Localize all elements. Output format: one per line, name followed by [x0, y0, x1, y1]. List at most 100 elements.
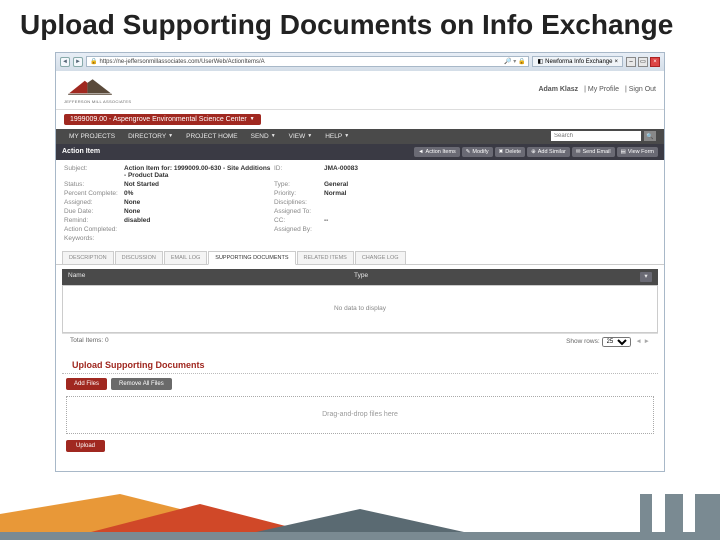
type-label: Type: — [274, 181, 324, 188]
slide-decoration — [0, 494, 720, 540]
back-button[interactable]: ◄ — [60, 57, 70, 67]
section-actions: ◄ Action Items ✎ Modify ✖ Delete ⊕ Add S… — [414, 147, 658, 157]
tab-title: Newforma Info Exchange — [545, 59, 612, 65]
tab-change-log[interactable]: CHANGE LOG — [355, 251, 406, 264]
priority-label: Priority: — [274, 190, 324, 197]
tab-favicon: ◧ — [537, 58, 543, 65]
browser-chrome: ◄ ► 🔒 https://ne-jeffersonmillassociates… — [56, 53, 664, 71]
logo-block: JEFFERSON MILL ASSOCIATES — [64, 76, 131, 104]
lock-icon: 🔒 — [90, 58, 97, 65]
add-similar-button[interactable]: ⊕ Add Similar — [527, 147, 570, 157]
pager-buttons[interactable]: ◄ ► — [635, 338, 650, 345]
url-text: https://ne-jeffersonmillassociates.com/U… — [99, 59, 264, 65]
user-name: Adam Klasz — [538, 86, 578, 93]
delete-button[interactable]: ✖ Delete — [495, 147, 526, 157]
tab-supporting-documents[interactable]: SUPPORTING DOCUMENTS — [208, 251, 295, 265]
assignedby-label: Assigned By: — [274, 226, 324, 233]
add-files-button[interactable]: Add Files — [66, 378, 107, 390]
assignedto-value — [324, 208, 414, 215]
address-bar[interactable]: 🔒 https://ne-jeffersonmillassociates.com… — [86, 56, 529, 67]
app-content: JEFFERSON MILL ASSOCIATES Adam Klasz | M… — [56, 71, 664, 456]
main-menu: MY PROJECTS DIRECTORY▼ PROJECT HOME SEND… — [56, 129, 664, 144]
menu-directory[interactable]: DIRECTORY▼ — [123, 131, 178, 142]
modify-button[interactable]: ✎ Modify — [462, 147, 493, 157]
sign-out-link[interactable]: Sign Out — [629, 86, 656, 93]
showrows-label: Show rows: — [566, 338, 600, 345]
detail-tabs: DESCRIPTION DISCUSSION EMAIL LOG SUPPORT… — [56, 251, 664, 265]
disciplines-value — [324, 199, 414, 206]
tab-related-items[interactable]: RELATED ITEMS — [297, 251, 354, 264]
project-selector-row: 1999009.00 - Aspengrove Environmental Sc… — [56, 110, 664, 129]
menu-view[interactable]: VIEW▼ — [284, 131, 318, 142]
menu-help[interactable]: HELP▼ — [320, 131, 354, 142]
disciplines-label: Disciplines: — [274, 199, 324, 206]
my-profile-link[interactable]: My Profile — [588, 86, 619, 93]
menu-my-projects[interactable]: MY PROJECTS — [64, 131, 120, 142]
grid-body: No data to display — [62, 285, 658, 333]
status-value: Not Started — [124, 181, 274, 188]
tab-description[interactable]: DESCRIPTION — [62, 251, 114, 264]
project-selector[interactable]: 1999009.00 - Aspengrove Environmental Sc… — [64, 114, 261, 125]
total-items: Total Items: 0 — [70, 337, 109, 347]
assignedby-value — [324, 226, 414, 233]
project-name: 1999009.00 - Aspengrove Environmental Sc… — [70, 116, 247, 123]
upload-button[interactable]: Upload — [66, 440, 105, 452]
close-button[interactable]: × — [650, 57, 660, 67]
id-label: ID: — [274, 165, 324, 179]
grid-expand-icon[interactable]: ▾ — [640, 272, 652, 282]
browser-tab[interactable]: ◧ Newforma Info Exchange × — [532, 56, 623, 67]
cc-value: -- — [324, 217, 414, 224]
status-label: Status: — [64, 181, 124, 188]
forward-button[interactable]: ► — [73, 57, 83, 67]
cc-label: CC: — [274, 217, 324, 224]
search-button[interactable]: 🔍 — [644, 131, 656, 141]
chevron-down-icon: ▼ — [250, 116, 255, 122]
upload-button-row: Add Files Remove All Files — [56, 374, 664, 394]
page-size-select[interactable]: 25 — [602, 337, 631, 347]
action-items-button[interactable]: ◄ Action Items — [414, 147, 460, 157]
remind-value: disabled — [124, 217, 274, 224]
keywords-value — [124, 235, 274, 242]
type-value: General — [324, 181, 414, 188]
due-value: None — [124, 208, 274, 215]
dropzone[interactable]: Drag-and-drop files here — [66, 396, 654, 434]
section-header: Action Item ◄ Action Items ✎ Modify ✖ De… — [56, 144, 664, 160]
section-title: Action Item — [62, 148, 100, 155]
browser-window: ◄ ► 🔒 https://ne-jeffersonmillassociates… — [55, 52, 665, 472]
pct-label: Percent Complete: — [64, 190, 124, 197]
grid-header: Name Type ▾ — [62, 269, 658, 285]
details-grid: Subject: Action Item for: 1999009.00-630… — [56, 160, 664, 247]
tab-close-icon[interactable]: × — [614, 59, 618, 65]
pct-value: 0% — [124, 190, 274, 197]
subject-value: Action Item for: 1999009.00-630 - Site A… — [124, 165, 274, 179]
upload-heading: Upload Supporting Documents — [62, 354, 658, 374]
menu-project-home[interactable]: PROJECT HOME — [181, 131, 243, 142]
slide-title: Upload Supporting Documents on Info Exch… — [0, 0, 720, 48]
assignedto-label: Assigned To: — [274, 208, 324, 215]
tab-discussion[interactable]: DISCUSSION — [115, 251, 163, 264]
col-name[interactable]: Name — [68, 272, 354, 282]
search-input[interactable] — [551, 131, 641, 141]
company-logo — [64, 76, 116, 98]
view-form-button[interactable]: ▤ View Form — [617, 147, 658, 157]
remove-all-files-button[interactable]: Remove All Files — [111, 378, 172, 390]
logo-subtitle: JEFFERSON MILL ASSOCIATES — [64, 99, 131, 104]
menu-send[interactable]: SEND▼ — [246, 131, 281, 142]
grid-empty-text: No data to display — [334, 305, 386, 312]
remind-label: Remind: — [64, 217, 124, 224]
completed-value — [124, 226, 274, 233]
assigned-label: Assigned: — [64, 199, 124, 206]
dropzone-text: Drag-and-drop files here — [322, 411, 398, 418]
maximize-button[interactable]: ▭ — [638, 57, 648, 67]
col-type[interactable]: Type — [354, 272, 640, 282]
user-bar: Adam Klasz | My Profile | Sign Out — [534, 86, 656, 93]
keywords-label: Keywords: — [64, 235, 124, 242]
send-email-button[interactable]: ✉ Send Email — [572, 147, 615, 157]
completed-label: Action Completed: — [64, 226, 124, 233]
window-controls: – ▭ × — [626, 57, 660, 67]
due-label: Due Date: — [64, 208, 124, 215]
subject-label: Subject: — [64, 165, 124, 179]
minimize-button[interactable]: – — [626, 57, 636, 67]
tab-email-log[interactable]: EMAIL LOG — [164, 251, 207, 264]
id-value: JMA-00083 — [324, 165, 414, 179]
